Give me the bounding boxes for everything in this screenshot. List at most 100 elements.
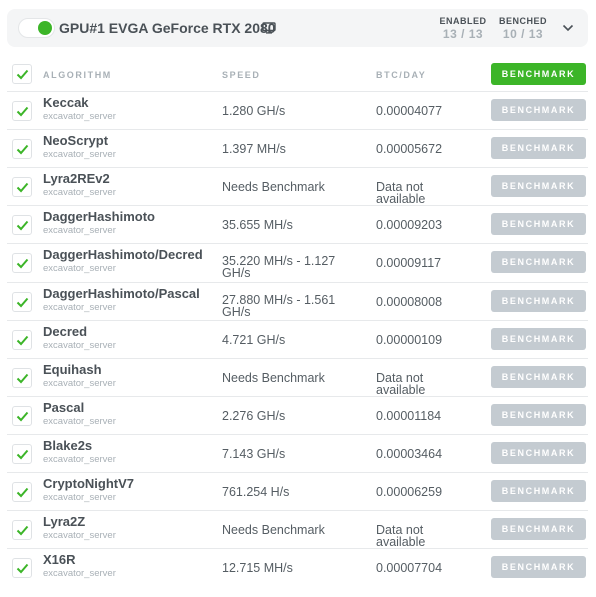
speed-value: 761.254 H/s: [222, 485, 290, 499]
enabled-value: 13 / 13: [442, 27, 484, 41]
algorithm-enable-checkbox[interactable]: [12, 253, 32, 273]
btc-per-day-value: 0.00004077: [376, 104, 443, 118]
speed-value: 35.220 MH/s - 1.127 GH/s: [222, 254, 336, 280]
miner-server: excavator_server: [43, 187, 116, 198]
checkmark-icon: [16, 258, 29, 269]
algorithm-enable-checkbox[interactable]: [12, 558, 32, 578]
checkmark-icon: [16, 563, 29, 574]
speed-value: Needs Benchmark: [222, 180, 325, 194]
benchmark-button[interactable]: BENCHMARK: [491, 175, 586, 197]
miner-server: excavator_server: [43, 492, 116, 503]
algorithm-row: Lyra2REv2 excavator_server Needs Benchmark…: [0, 167, 596, 205]
checkmark-icon: [16, 373, 29, 384]
benchmark-button[interactable]: BENCHMARK: [491, 442, 586, 464]
algorithm-enable-checkbox[interactable]: [12, 215, 32, 235]
algorithm-name: Pascal: [43, 400, 85, 415]
algorithm-name: NeoScrypt: [43, 133, 109, 148]
select-all-checkbox[interactable]: [12, 64, 32, 84]
benchmark-button[interactable]: BENCHMARK: [491, 213, 586, 235]
miner-server: excavator_server: [43, 378, 116, 389]
benchmark-button[interactable]: BENCHMARK: [491, 556, 586, 578]
algorithm-row: Keccak excavator_server 1.280 GH/s 0.000040…: [0, 91, 596, 129]
benchmark-button[interactable]: BENCHMARK: [491, 366, 586, 388]
monitor-icon: [262, 22, 276, 34]
benchmark-all-button[interactable]: BENCHMARK: [491, 63, 586, 85]
miner-server: excavator_server: [43, 568, 116, 579]
speed-value: 12.715 MH/s: [222, 561, 293, 575]
btc-per-day-value: 0.00009203: [376, 218, 443, 232]
speed-value: 2.276 GH/s: [222, 409, 286, 423]
algorithm-enable-checkbox[interactable]: [12, 292, 32, 312]
algorithm-row: Decred excavator_server 4.721 GH/s 0.000001…: [0, 320, 596, 358]
btc-per-day-value: 0.00000109: [376, 333, 443, 347]
benchmark-button[interactable]: BENCHMARK: [491, 290, 586, 312]
benchmark-button[interactable]: BENCHMARK: [491, 137, 586, 159]
checkmark-icon: [16, 411, 29, 422]
benched-value: 10 / 13: [502, 27, 544, 41]
algorithm-enable-checkbox[interactable]: [12, 139, 32, 159]
benchmark-button[interactable]: BENCHMARK: [491, 251, 586, 273]
algorithm-enable-checkbox[interactable]: [12, 101, 32, 121]
miner-server: excavator_server: [43, 530, 116, 541]
benchmark-button[interactable]: BENCHMARK: [491, 328, 586, 350]
benchmark-button[interactable]: BENCHMARK: [491, 480, 586, 502]
algorithm-enable-checkbox[interactable]: [12, 177, 32, 197]
miner-server: excavator_server: [43, 340, 116, 351]
benched-stat: BENCHED 10 / 13: [497, 16, 549, 41]
btc-per-day-value: 0.00009117: [376, 256, 442, 270]
speed-value: 1.397 MH/s: [222, 142, 286, 156]
checkmark-icon: [16, 106, 29, 117]
algorithm-enable-checkbox[interactable]: [12, 482, 32, 502]
checkmark-icon: [16, 69, 29, 80]
btc-per-day-value: Data not available: [376, 180, 426, 206]
checkmark-icon: [16, 182, 29, 193]
algorithm-name: Lyra2REv2: [43, 171, 110, 186]
algorithm-row: DaggerHashimoto/Pascal excavator_server 27…: [0, 282, 596, 320]
miner-server: excavator_server: [43, 149, 116, 160]
algorithm-row: CryptoNightV7 excavator_server 761.254 H/s…: [0, 472, 596, 510]
miner-server: excavator_server: [43, 302, 116, 313]
miner-server: excavator_server: [43, 225, 116, 236]
algorithm-row: X16R excavator_server 12.715 MH/s 0.0000770…: [0, 548, 596, 586]
miner-server: excavator_server: [43, 111, 116, 122]
algorithm-enable-checkbox[interactable]: [12, 520, 32, 540]
benchmark-button[interactable]: BENCHMARK: [491, 404, 586, 426]
miner-server: excavator_server: [43, 454, 116, 465]
algorithm-enable-checkbox[interactable]: [12, 444, 32, 464]
benched-label: BENCHED: [498, 16, 547, 26]
checkmark-icon: [16, 297, 29, 308]
speed-value: 7.143 GH/s: [222, 447, 286, 461]
device-enable-toggle[interactable]: [18, 18, 55, 38]
checkmark-icon: [16, 525, 29, 536]
miner-server: excavator_server: [43, 263, 116, 274]
benchmark-button[interactable]: BENCHMARK: [491, 518, 586, 540]
algorithm-enable-checkbox[interactable]: [12, 330, 32, 350]
algorithm-name: DaggerHashimoto: [43, 209, 155, 224]
algorithm-row: Lyra2Z excavator_server Needs Benchmark Dat…: [0, 510, 596, 548]
btc-per-day-value: Data not available: [376, 523, 426, 549]
benchmark-button[interactable]: BENCHMARK: [491, 99, 586, 121]
algorithm-name: X16R: [43, 552, 76, 567]
algorithm-column-header: ALGORITHM: [43, 70, 112, 80]
btc-day-column-header: BTC/DAY: [376, 70, 427, 80]
checkmark-icon: [16, 449, 29, 460]
algorithm-enable-checkbox[interactable]: [12, 406, 32, 426]
algorithm-row: DaggerHashimoto/Decred excavator_server 35…: [0, 243, 596, 281]
algorithm-row: NeoScrypt excavator_server 1.397 MH/s 0.000…: [0, 129, 596, 167]
enabled-label: ENABLED: [439, 16, 487, 26]
speed-value: Needs Benchmark: [222, 371, 325, 385]
algorithm-row: Equihash excavator_server Needs Benchmark D…: [0, 358, 596, 396]
btc-per-day-value: 0.00001184: [376, 409, 442, 423]
checkmark-icon: [16, 220, 29, 231]
checkmark-icon: [16, 144, 29, 155]
speed-value: 4.721 GH/s: [222, 333, 286, 347]
btc-per-day-value: 0.00007704: [376, 561, 443, 575]
btc-per-day-value: 0.00008008: [376, 295, 443, 309]
algorithm-name: Decred: [43, 324, 88, 339]
btc-per-day-value: 0.00003464: [376, 447, 443, 461]
algorithm-enable-checkbox[interactable]: [12, 368, 32, 388]
algorithm-name: CryptoNightV7: [43, 476, 134, 491]
algorithm-name: DaggerHashimoto/Decred: [43, 247, 203, 262]
toggle-knob: [38, 21, 52, 35]
chevron-down-icon[interactable]: [562, 23, 574, 33]
